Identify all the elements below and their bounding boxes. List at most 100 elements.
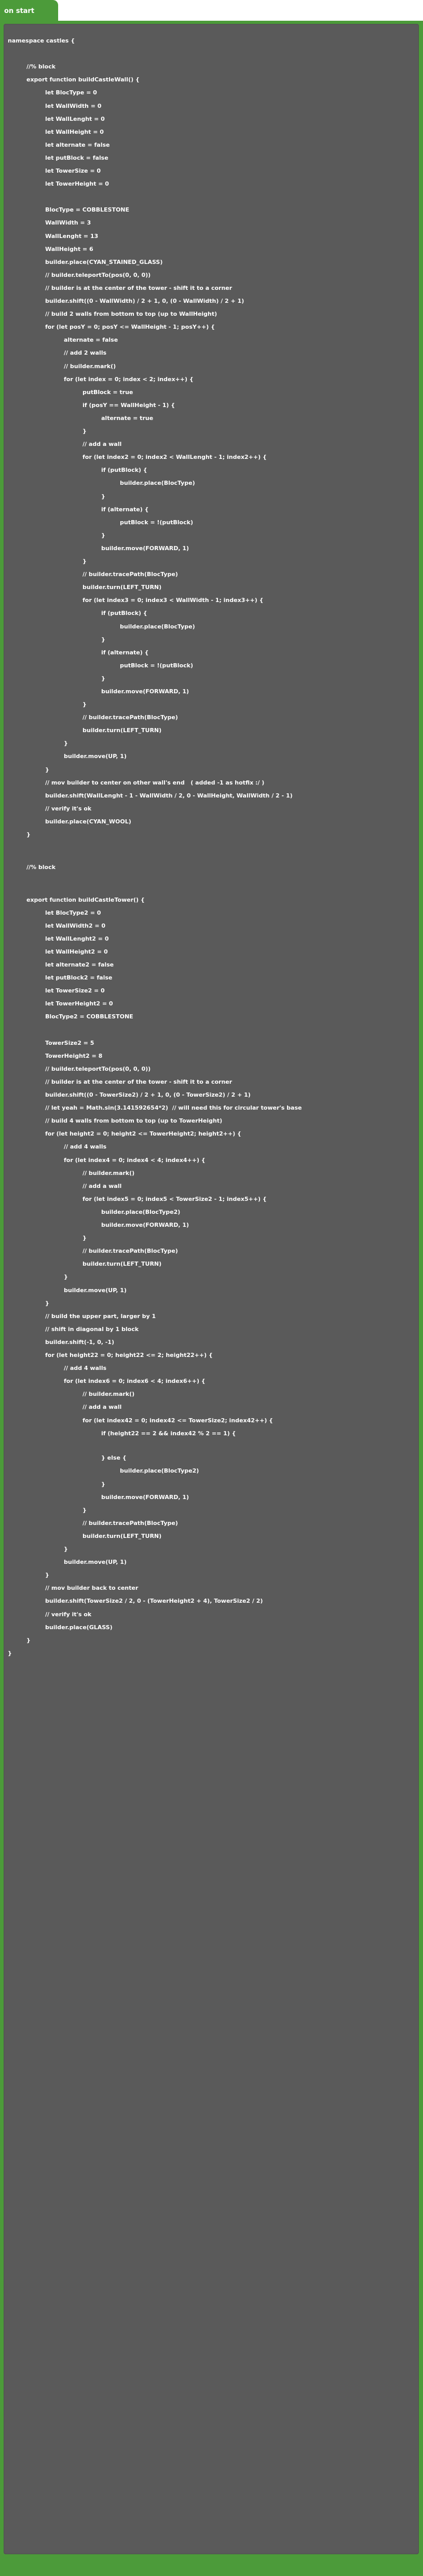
code-line[interactable]: } <box>101 530 105 541</box>
code-line[interactable]: for (let index5 = 0; index5 < TowerSize2… <box>83 1194 267 1205</box>
code-line[interactable]: BlocType = COBBLESTONE <box>45 204 129 216</box>
code-line[interactable]: } <box>101 673 105 684</box>
code-line[interactable]: TowerSize2 = 5 <box>45 1038 94 1049</box>
code-line[interactable]: } <box>83 426 87 437</box>
code-line[interactable]: // builder.tracePath(BlocType) <box>83 712 178 723</box>
code-line[interactable]: builder.place(CYAN_WOOL) <box>45 816 131 828</box>
code-line[interactable]: // let yeah = Math.sin(3.141592654*2) //… <box>45 1102 302 1114</box>
code-line[interactable]: namespace castles { <box>8 35 75 47</box>
code-line[interactable]: if (alternate) { <box>101 504 148 515</box>
code-line[interactable]: // add 2 walls <box>64 347 106 359</box>
code-line[interactable]: builder.place(BlocType2) <box>101 1207 180 1218</box>
code-line[interactable]: let putBlock = false <box>45 152 108 164</box>
code-line[interactable]: builder.move(UP, 1) <box>64 751 127 762</box>
code-line[interactable]: // shift in diagonal by 1 block <box>45 1324 139 1335</box>
code-line[interactable]: WallHeight = 6 <box>45 244 93 255</box>
code-line[interactable]: } <box>64 1544 68 1555</box>
code-line[interactable]: // verify it's ok <box>45 1609 91 1620</box>
code-line[interactable]: putBlock = true <box>83 387 133 398</box>
code-line[interactable]: if (putBlock) { <box>101 608 147 619</box>
code-line[interactable]: } <box>83 699 87 710</box>
code-line[interactable]: let BlocType2 = 0 <box>45 907 101 919</box>
code-line[interactable]: for (let index2 = 0; index2 < WallLenght… <box>83 452 267 463</box>
code-line[interactable]: builder.turn(LEFT_TURN) <box>83 1531 161 1542</box>
code-line[interactable]: // builder.tracePath(BlocType) <box>83 569 178 580</box>
code-line[interactable]: if (posY == WallHeight - 1) { <box>83 400 175 411</box>
code-line[interactable]: if (putBlock) { <box>101 465 147 476</box>
code-line[interactable]: builder.place(BlocType) <box>120 478 195 489</box>
on-start-block-header[interactable]: on start <box>0 0 58 23</box>
code-line[interactable]: // build 2 walls from bottom to top (up … <box>45 309 217 320</box>
code-line[interactable]: alternate = false <box>64 334 118 346</box>
code-line[interactable]: let alternate2 = false <box>45 959 114 971</box>
code-line[interactable]: for (let index4 = 0; index4 < 4; index4+… <box>64 1155 206 1166</box>
code-line[interactable]: } <box>101 634 105 646</box>
code-line[interactable]: } <box>101 1479 105 1490</box>
code-line[interactable]: builder.move(FORWARD, 1) <box>101 543 189 554</box>
code-line[interactable]: builder.shift((0 - TowerSize2) / 2 + 1, … <box>45 1089 251 1101</box>
code-line[interactable]: let TowerHeight = 0 <box>45 178 109 190</box>
code-line[interactable]: // add 4 walls <box>64 1363 106 1374</box>
code-line[interactable]: builder.move(UP, 1) <box>64 1285 127 1296</box>
code-line[interactable]: if (alternate) { <box>101 647 148 659</box>
code-line[interactable]: for (let index6 = 0; index6 < 4; index6+… <box>64 1376 206 1387</box>
code-line[interactable]: export function buildCastleTower() { <box>26 894 145 906</box>
code-line[interactable]: // add a wall <box>83 1181 121 1192</box>
code-line[interactable]: // build the upper part, larger by 1 <box>45 1311 156 1322</box>
code-line[interactable]: let WallLenght = 0 <box>45 114 105 125</box>
code-line[interactable]: // builder.mark() <box>83 1168 134 1179</box>
code-line[interactable]: } <box>101 491 105 502</box>
code-line[interactable]: putBlock = !(putBlock) <box>120 517 193 528</box>
javascript-code-block[interactable]: namespace castles {//% block export funct… <box>4 24 419 2554</box>
code-line[interactable]: builder.move(FORWARD, 1) <box>101 1220 189 1231</box>
code-line[interactable]: // add a wall <box>83 1402 121 1413</box>
code-line[interactable]: builder.place(CYAN_STAINED_GLASS) <box>45 257 162 268</box>
code-line[interactable]: let alternate = false <box>45 139 110 151</box>
code-line[interactable]: putBlock = !(putBlock) <box>120 660 193 671</box>
code-line[interactable]: } <box>26 829 31 841</box>
code-line[interactable]: } <box>45 1570 49 1581</box>
code-line[interactable]: // builder.tracePath(BlocType) <box>83 1245 178 1257</box>
code-line[interactable]: // mov builder to center on other wall's… <box>45 777 264 789</box>
code-line[interactable]: BlocType2 = COBBLESTONE <box>45 1011 133 1023</box>
code-line[interactable]: } <box>45 1298 49 1309</box>
code-line[interactable]: //% block <box>26 61 56 73</box>
code-line[interactable]: builder.shift((0 - WallWidth) / 2 + 1, 0… <box>45 296 244 307</box>
code-line[interactable]: builder.shift(WallLenght - 1 - WallWidth… <box>45 790 293 802</box>
code-line[interactable]: export function buildCastleWall() { <box>26 74 140 86</box>
code-line[interactable]: builder.place(GLASS) <box>45 1622 113 1633</box>
code-line[interactable]: builder.shift(TowerSize2 / 2, 0 - (Tower… <box>45 1595 263 1607</box>
code-line[interactable]: builder.place(BlocType2) <box>120 1465 199 1477</box>
code-line[interactable]: //% block <box>26 862 56 873</box>
code-line[interactable]: // add a wall <box>83 439 121 450</box>
code-line[interactable]: // builder.mark() <box>64 361 116 372</box>
code-line[interactable]: for (let index42 = 0; index42 <= TowerSi… <box>83 1415 273 1426</box>
code-line[interactable]: let WallHeight = 0 <box>45 127 104 138</box>
code-line[interactable]: for (let posY = 0; posY <= WallHeight - … <box>45 321 215 333</box>
code-line[interactable]: builder.turn(LEFT_TURN) <box>83 725 161 736</box>
code-line[interactable]: let TowerSize2 = 0 <box>45 985 105 997</box>
code-line[interactable]: // mov builder back to center <box>45 1583 138 1594</box>
code-line[interactable]: builder.turn(LEFT_TURN) <box>83 582 161 593</box>
code-line[interactable]: builder.move(FORWARD, 1) <box>101 686 189 697</box>
code-line[interactable]: } <box>64 738 68 749</box>
code-line[interactable]: alternate = true <box>101 413 153 424</box>
code-line[interactable]: } <box>8 1648 12 1659</box>
code-line[interactable]: // builder is at the center of the tower… <box>45 283 232 294</box>
code-line[interactable]: let TowerHeight2 = 0 <box>45 998 113 1010</box>
code-line[interactable]: builder.turn(LEFT_TURN) <box>83 1258 161 1270</box>
code-line[interactable]: for (let height2 = 0; height2 <= TowerHe… <box>45 1128 241 1140</box>
code-line[interactable]: } <box>83 1233 87 1244</box>
code-line[interactable]: // add 4 walls <box>64 1141 106 1153</box>
code-line[interactable]: // builder.teleportTo(pos(0, 0, 0)) <box>45 1063 151 1075</box>
code-line[interactable]: let WallLenght2 = 0 <box>45 933 108 945</box>
code-line[interactable]: } else { <box>101 1452 127 1464</box>
code-line[interactable]: WallWidth = 3 <box>45 217 91 229</box>
code-line[interactable]: let WallWidth2 = 0 <box>45 920 105 932</box>
code-line[interactable]: TowerHeight2 = 8 <box>45 1051 102 1062</box>
code-line[interactable]: } <box>45 764 49 776</box>
code-line[interactable]: // builder.mark() <box>83 1389 134 1400</box>
code-line[interactable]: // builder.teleportTo(pos(0, 0, 0)) <box>45 270 151 281</box>
code-line[interactable]: let BlocType = 0 <box>45 87 97 99</box>
code-line[interactable]: for (let height22 = 0; height22 <= 2; he… <box>45 1350 213 1361</box>
